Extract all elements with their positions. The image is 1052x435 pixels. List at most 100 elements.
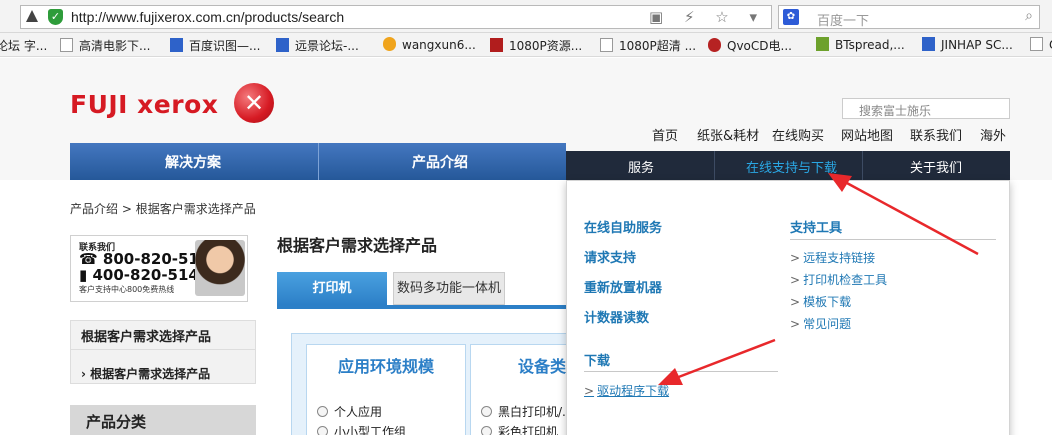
trophy-icon: [383, 37, 396, 51]
dropdown-link-request-support[interactable]: 请求支持: [584, 247, 636, 266]
bookmark-item[interactable]: 百度识图—...: [170, 37, 260, 54]
bookmark-item[interactable]: Q: [1030, 37, 1052, 52]
radio-button[interactable]: [317, 406, 328, 417]
secondary-nav: 服务 在线支持与下载 关于我们: [566, 151, 1010, 180]
sidebar-item[interactable]: › 根据客户需求选择产品: [81, 365, 210, 382]
bookmark-item[interactable]: 1080P超清 ...: [600, 37, 696, 54]
shield-icon[interactable]: ✓: [48, 9, 63, 25]
breadcrumb-separator: >: [121, 202, 132, 216]
baidu-paw-icon: [170, 38, 183, 52]
site-search-input[interactable]: 搜索富士施乐: [842, 98, 1010, 119]
bt-logo-icon: [816, 37, 829, 51]
dropdown-link-relocate[interactable]: 重新放置机器: [584, 277, 662, 296]
url-text[interactable]: http://www.fujixerox.com.cn/products/sea…: [71, 9, 344, 25]
product-category-header[interactable]: 产品分类: [70, 405, 256, 435]
jinhap-logo-icon: [922, 37, 935, 51]
divider: [584, 371, 778, 372]
breadcrumb: 产品介绍 > 根据客户需求选择产品: [70, 200, 256, 217]
pc-logo-icon: [276, 38, 289, 52]
contact-note: 客户支持中心800免费热线: [79, 285, 175, 294]
filter-option[interactable]: 小小型工作组: [317, 423, 406, 435]
filter-option[interactable]: 彩色打印机: [481, 423, 558, 435]
tab-multifunction[interactable]: 数码多功能一体机: [393, 272, 505, 305]
page-icon: [60, 38, 73, 52]
bookmark-item[interactable]: wangxun6...: [383, 37, 476, 52]
qvo-logo-icon: [708, 38, 721, 52]
page-title: 根据客户需求选择产品: [277, 236, 438, 255]
tool-link-printer-check[interactable]: > 打印机检查工具: [790, 271, 887, 288]
category-title: 产品分类: [86, 413, 147, 431]
browser-search-box[interactable]: ✿ 百度一下 ⌕: [778, 5, 1040, 29]
filter-panel: 应用环境规模 个人应用 小小型工作组 设备类型 黑白打印机/.. 彩色打印机: [291, 333, 630, 435]
browser-toolbar: ✓ http://www.fujixerox.com.cn/products/s…: [0, 0, 1052, 33]
page-icon: [600, 38, 613, 52]
page-icon: [1030, 37, 1043, 51]
tool-link-remote-support[interactable]: > 远程支持链接: [790, 249, 875, 266]
up-arrow-icon[interactable]: [26, 10, 38, 22]
filter-option[interactable]: 个人应用: [317, 403, 382, 420]
filter-option[interactable]: 黑白打印机/..: [481, 403, 570, 420]
bullet: >: [584, 384, 595, 398]
nav-divider: [714, 151, 715, 180]
m-logo-icon: [490, 38, 503, 52]
download-heading: 下载: [584, 354, 611, 369]
nav-products[interactable]: 产品介绍: [412, 152, 468, 172]
bookmark-item[interactable]: 论坛 字...: [0, 37, 47, 54]
site-header: FUJI xerox ✕ 搜索富士施乐 首页 纸张&耗材 在线购买 网站地图 联…: [0, 58, 1052, 180]
bullet: >: [790, 295, 801, 309]
support-download-dropdown: 在线自助服务 请求支持 重新放置机器 计数器读数 下载 > 驱动程序下载 支持工具…: [566, 180, 1010, 435]
bullet: >: [790, 317, 801, 331]
bullet: >: [790, 273, 801, 287]
nav-divider: [862, 151, 863, 180]
phone-number: 400-820-5146: [92, 266, 210, 284]
nav-solutions[interactable]: 解决方案: [165, 152, 221, 172]
bookmarks-bar: 论坛 字... 高清电影下... 百度识图—... 远景论坛-... wangx…: [0, 33, 1052, 57]
breadcrumb-item[interactable]: 根据客户需求选择产品: [136, 202, 256, 216]
support-agent-avatar: [195, 240, 245, 296]
contact-banner[interactable]: 联系我们 ☎ 800-820-5146 ▮ 400-820-5146 客户支持中…: [70, 235, 248, 302]
search-icon[interactable]: ⌕: [1025, 8, 1033, 24]
baidu-paw-icon[interactable]: ✿: [783, 9, 799, 25]
nav-divider: [318, 143, 319, 180]
nav-support-download[interactable]: 在线支持与下载: [746, 157, 837, 176]
bookmark-item[interactable]: JINHAP SC...: [922, 37, 1013, 52]
radio-button[interactable]: [481, 406, 492, 417]
bookmark-item[interactable]: QvoCD电...: [708, 37, 792, 54]
dropdown-link-meter-read[interactable]: 计数器读数: [584, 307, 649, 326]
top-link-sitemap[interactable]: 网站地图: [841, 125, 893, 144]
bullet: >: [790, 251, 801, 265]
top-link-home[interactable]: 首页: [652, 125, 678, 144]
sidebar-title: 根据客户需求选择产品: [81, 330, 212, 345]
address-bar[interactable]: ✓ http://www.fujixerox.com.cn/products/s…: [20, 5, 772, 29]
tab-printer[interactable]: 打印机: [277, 272, 387, 305]
breadcrumb-item[interactable]: 产品介绍: [70, 202, 118, 216]
top-link-buy[interactable]: 在线购买: [772, 125, 824, 144]
top-link-contact[interactable]: 联系我们: [910, 125, 962, 144]
browser-search-placeholder: 百度一下: [817, 14, 870, 29]
top-link-overseas[interactable]: 海外: [980, 125, 1006, 144]
bookmark-item[interactable]: 高清电影下...: [60, 37, 150, 54]
tool-link-faq[interactable]: > 常见问题: [790, 315, 851, 332]
divider: [790, 239, 996, 240]
bookmark-item[interactable]: BTspread,...: [816, 37, 905, 52]
filter-title: 应用环境规模: [337, 357, 434, 376]
driver-download-link[interactable]: > 驱动程序下载: [584, 382, 669, 399]
radio-button[interactable]: [481, 426, 492, 435]
top-link-paper[interactable]: 纸张&耗材: [697, 125, 759, 144]
divider: [71, 349, 255, 350]
dropdown-link-self-service[interactable]: 在线自助服务: [584, 217, 662, 236]
site-search-placeholder: 搜索富士施乐: [859, 104, 932, 118]
nav-service[interactable]: 服务: [628, 157, 654, 176]
sidebar-menu: 根据客户需求选择产品 › 根据客户需求选择产品: [70, 320, 256, 384]
main-nav: 解决方案 产品介绍: [70, 143, 566, 180]
tool-link-templates[interactable]: > 模板下载: [790, 293, 851, 310]
bookmark-item[interactable]: 1080P资源...: [490, 37, 582, 54]
radio-button[interactable]: [317, 426, 328, 435]
bookmark-item[interactable]: 远景论坛-...: [276, 37, 359, 54]
xerox-ball-logo-icon[interactable]: ✕: [234, 83, 274, 123]
tools-heading: 支持工具: [790, 221, 843, 236]
address-bar-icons[interactable]: ▣ ⚡ ☆ ▾: [649, 8, 765, 26]
fuji-xerox-logo[interactable]: FUJI xerox: [70, 90, 218, 119]
nav-about[interactable]: 关于我们: [910, 157, 962, 176]
filter-card-scale: 应用环境规模 个人应用 小小型工作组: [306, 344, 466, 435]
